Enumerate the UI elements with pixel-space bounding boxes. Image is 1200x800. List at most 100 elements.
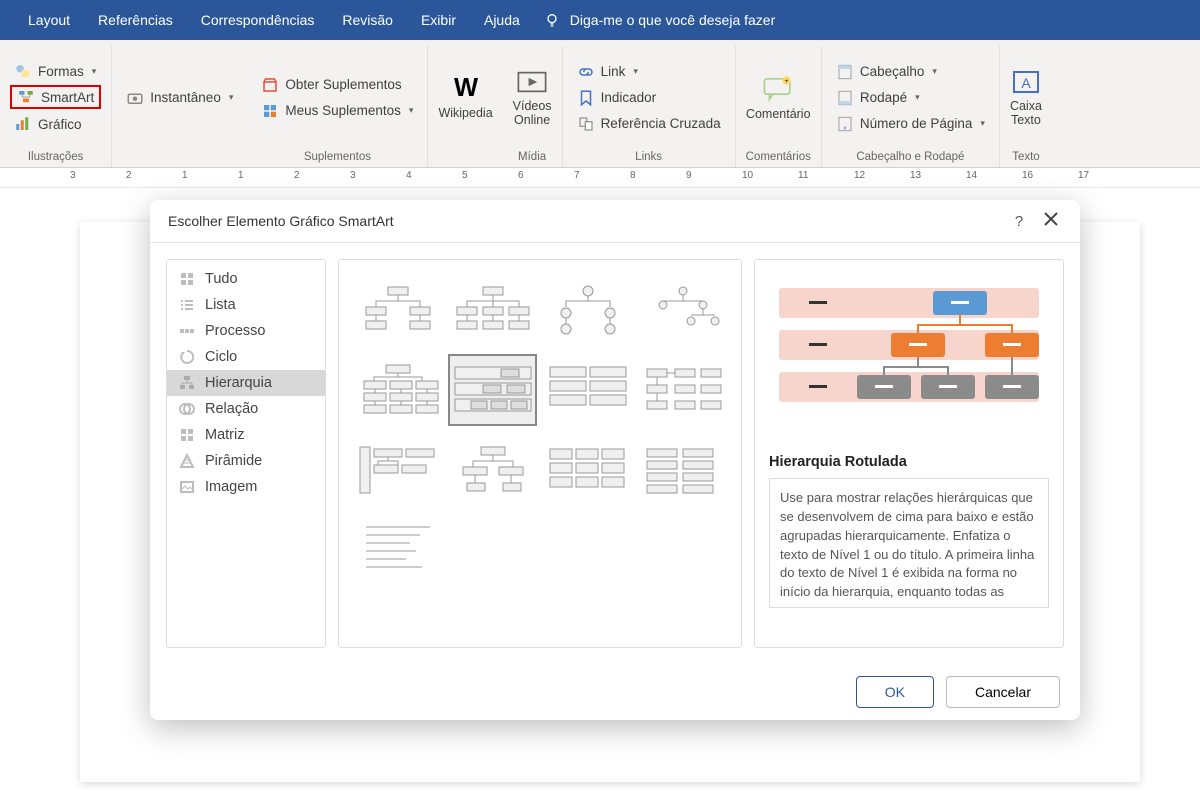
category-label: Processo	[205, 323, 265, 339]
ruler-mark: 11	[798, 170, 808, 181]
svg-text:+: +	[785, 78, 789, 85]
close-button[interactable]	[1040, 212, 1062, 230]
group-cabecalho: Cabeçalho▾ Rodapé▾ #Número de Página▾ Ca…	[822, 46, 1000, 167]
group-comentarios: + Comentário Comentários	[736, 46, 822, 167]
category-piramide[interactable]: Pirâmide	[167, 448, 325, 474]
category-label: Imagem	[205, 479, 257, 495]
thumb-graphic	[546, 442, 630, 498]
link-button[interactable]: Link▾	[573, 61, 642, 83]
tab-layout[interactable]: Layout	[18, 6, 80, 34]
cancel-button[interactable]: Cancelar	[946, 676, 1060, 708]
thumb-graphic	[641, 362, 725, 418]
ruler-mark: 8	[630, 170, 636, 181]
thumb-graphic	[356, 522, 440, 578]
ruler-mark: 10	[742, 170, 753, 181]
tab-references[interactable]: Referências	[88, 6, 183, 34]
ruler-mark: 7	[574, 170, 580, 181]
category-lista[interactable]: Lista	[167, 292, 325, 318]
ruler-mark: 9	[686, 170, 692, 181]
online-videos-button[interactable]: Vídeos Online	[513, 69, 552, 127]
thumb-graphic	[356, 442, 440, 498]
screenshot-button[interactable]: Instantâneo▾	[122, 87, 237, 109]
header-button[interactable]: Cabeçalho▾	[832, 61, 941, 83]
ruler-mark: 12	[854, 170, 865, 181]
ribbon-tabs: Layout Referências Correspondências Revi…	[0, 0, 1200, 40]
layout-thumb-9[interactable]	[448, 434, 537, 506]
thumb-graphic	[451, 442, 535, 498]
smartart-button[interactable]: SmartArt	[10, 85, 101, 109]
thumb-graphic	[451, 362, 535, 418]
comment-icon: +	[761, 75, 795, 103]
help-button[interactable]: ?	[1008, 213, 1030, 230]
processo-icon	[179, 323, 195, 339]
wikipedia-button[interactable]: W Wikipedia	[438, 76, 492, 120]
layout-gallery	[338, 259, 742, 648]
category-label: Lista	[205, 297, 236, 313]
ruler-mark: 6	[518, 170, 524, 181]
preview-description[interactable]: Use para mostrar relações hierárquicas q…	[769, 478, 1049, 608]
layout-thumb-3[interactable]	[638, 274, 727, 346]
thumb-graphic	[356, 282, 440, 338]
ruler-mark: 1	[238, 170, 244, 181]
ruler-mark: 13	[910, 170, 921, 181]
group-label-midia: Mídia	[518, 149, 546, 167]
hierarquia-icon	[179, 375, 195, 391]
comment-button[interactable]: + Comentário	[746, 75, 811, 121]
tab-view[interactable]: Exibir	[411, 6, 466, 34]
layout-thumb-11[interactable]	[638, 434, 727, 506]
tab-review[interactable]: Revisão	[332, 6, 403, 34]
ruler-mark: 5	[462, 170, 468, 181]
layout-thumb-2[interactable]	[543, 274, 632, 346]
footer-button[interactable]: Rodapé▾	[832, 87, 924, 109]
category-processo[interactable]: Processo	[167, 318, 325, 344]
category-matriz[interactable]: Matriz	[167, 422, 325, 448]
bookmark-button[interactable]: Indicador	[573, 87, 661, 109]
layout-thumb-10[interactable]	[543, 434, 632, 506]
my-addins-button[interactable]: Meus Suplementos▾	[257, 100, 417, 122]
group-wikipedia: W Wikipedia	[428, 46, 502, 167]
layout-thumb-7[interactable]	[638, 354, 727, 426]
layout-thumb-5[interactable]	[448, 354, 537, 426]
category-tudo[interactable]: Tudo	[167, 266, 325, 292]
smartart-icon	[17, 88, 35, 106]
ruler-mark: 4	[406, 170, 412, 181]
tell-me[interactable]: Diga-me o que você deseja fazer	[544, 12, 775, 28]
layout-thumb-4[interactable]	[353, 354, 442, 426]
ok-button[interactable]: OK	[856, 676, 934, 708]
category-label: Tudo	[205, 271, 238, 287]
category-ciclo[interactable]: Ciclo	[167, 344, 325, 370]
piramide-icon	[179, 453, 195, 469]
dialog-title: Escolher Elemento Gráfico SmartArt	[168, 213, 394, 229]
shapes-button[interactable]: Formas▾	[10, 60, 100, 82]
layout-thumb-6[interactable]	[543, 354, 632, 426]
ruler-mark: 3	[350, 170, 356, 181]
category-imagem[interactable]: Imagem	[167, 474, 325, 500]
textbox-button[interactable]: A Caixa Texto	[1010, 69, 1042, 127]
layout-thumb-8[interactable]	[353, 434, 442, 506]
preview-title: Hierarquia Rotulada	[769, 454, 1049, 470]
header-icon	[836, 63, 854, 81]
chart-icon	[14, 115, 32, 133]
matriz-icon	[179, 427, 195, 443]
group-texto: A Caixa Texto Texto	[1000, 46, 1052, 167]
layout-thumb-0[interactable]	[353, 274, 442, 346]
ruler-mark: 2	[294, 170, 300, 181]
pagenumber-button[interactable]: #Número de Página▾	[832, 113, 989, 135]
horizontal-ruler[interactable]: 32112345678910111213141617	[0, 168, 1200, 188]
crossref-button[interactable]: Referência Cruzada	[573, 113, 725, 135]
tab-help[interactable]: Ajuda	[474, 6, 530, 34]
layout-thumb-1[interactable]	[448, 274, 537, 346]
tab-mailings[interactable]: Correspondências	[191, 6, 325, 34]
thumb-graphic	[356, 362, 440, 418]
chart-button[interactable]: Gráfico	[10, 113, 86, 135]
group-label-cabecalho: Cabeçalho e Rodapé	[856, 149, 964, 167]
pagenumber-icon: #	[836, 115, 854, 133]
lightbulb-icon	[544, 12, 560, 28]
lista-icon	[179, 297, 195, 313]
shapes-icon	[14, 62, 32, 80]
layout-thumb-12[interactable]	[353, 514, 442, 586]
get-addins-button[interactable]: Obter Suplementos	[257, 74, 405, 96]
category-hierarquia[interactable]: Hierarquia	[167, 370, 325, 396]
category-relacao[interactable]: Relação	[167, 396, 325, 422]
category-label: Pirâmide	[205, 453, 262, 469]
